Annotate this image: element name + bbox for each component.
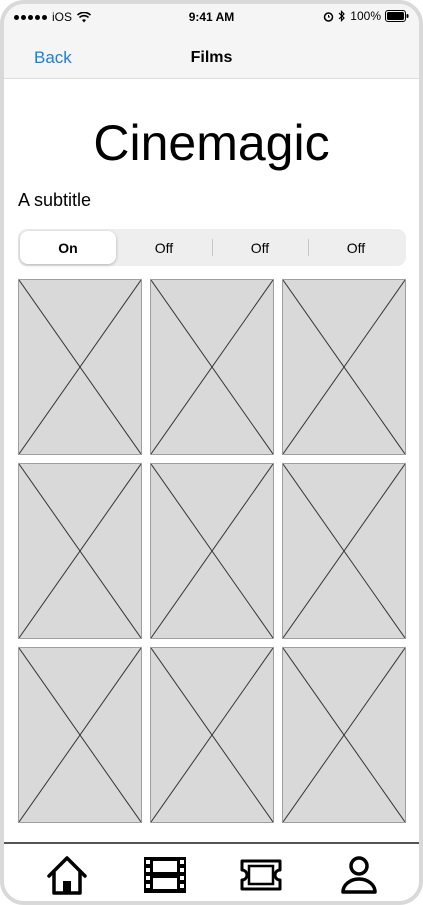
tab-films[interactable] bbox=[140, 852, 190, 898]
film-tile[interactable] bbox=[282, 463, 406, 639]
film-grid bbox=[18, 279, 406, 823]
nav-title: Films bbox=[190, 49, 233, 66]
film-tile[interactable] bbox=[18, 647, 142, 823]
tab-home[interactable] bbox=[42, 852, 92, 898]
image-placeholder-icon bbox=[19, 464, 141, 638]
film-tile[interactable] bbox=[282, 647, 406, 823]
film-tile[interactable] bbox=[150, 279, 274, 455]
image-placeholder-icon bbox=[19, 280, 141, 454]
segment-1[interactable]: On bbox=[20, 231, 116, 264]
film-tile[interactable] bbox=[18, 279, 142, 455]
battery-icon bbox=[385, 10, 409, 22]
image-placeholder-icon bbox=[151, 280, 273, 454]
segment-2[interactable]: Off bbox=[116, 231, 212, 264]
image-placeholder-icon bbox=[19, 648, 141, 822]
segmented-control: On Off Off Off bbox=[18, 229, 406, 266]
segment-label: Off bbox=[154, 239, 174, 256]
image-placeholder-icon bbox=[283, 280, 405, 454]
segment-4[interactable]: Off bbox=[308, 231, 404, 264]
user-icon bbox=[341, 856, 377, 894]
film-tile[interactable] bbox=[18, 463, 142, 639]
film-strip-icon bbox=[144, 857, 186, 893]
image-placeholder-icon bbox=[151, 464, 273, 638]
tab-bar bbox=[4, 842, 419, 901]
alarm-icon bbox=[324, 11, 334, 22]
tab-profile[interactable] bbox=[334, 852, 384, 898]
navigation-bar: Back Films bbox=[4, 31, 419, 79]
image-placeholder-icon bbox=[283, 648, 405, 822]
segment-label: On bbox=[58, 239, 78, 256]
film-tile[interactable] bbox=[282, 279, 406, 455]
image-placeholder-icon bbox=[151, 648, 273, 822]
status-bar: iOS 9:41 AM 100% bbox=[4, 4, 419, 31]
film-tile[interactable] bbox=[150, 463, 274, 639]
phone-frame: iOS 9:41 AM 100% Back Films Cinemagic A … bbox=[0, 0, 423, 905]
segment-label: Off bbox=[346, 239, 366, 256]
bluetooth-icon bbox=[338, 10, 346, 22]
segment-3[interactable]: Off bbox=[212, 231, 308, 264]
film-tile[interactable] bbox=[150, 647, 274, 823]
battery-percent: 100% bbox=[350, 9, 381, 23]
page-subtitle: A subtitle bbox=[18, 190, 92, 210]
page-title: Cinemagic bbox=[93, 115, 330, 171]
home-icon bbox=[47, 856, 87, 895]
image-placeholder-icon bbox=[283, 464, 405, 638]
segment-label: Off bbox=[250, 239, 270, 256]
status-right: 100% bbox=[323, 9, 409, 23]
tab-tickets[interactable] bbox=[236, 852, 286, 898]
ticket-icon bbox=[240, 859, 282, 891]
